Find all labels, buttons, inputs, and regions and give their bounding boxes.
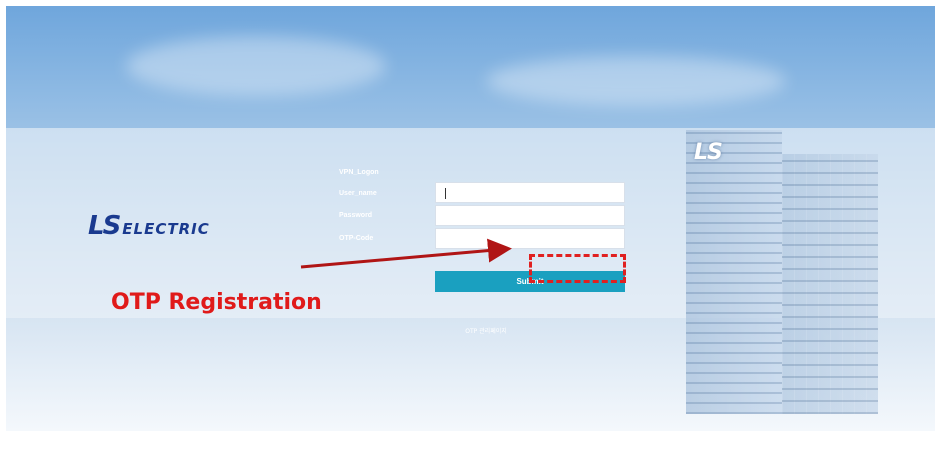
login-page: LS LS ELECTRIC VPN_Logon User_name Passw…: [6, 6, 935, 431]
annotation-arrow: [300, 238, 512, 269]
annotation-label: OTP Registration: [111, 290, 322, 315]
